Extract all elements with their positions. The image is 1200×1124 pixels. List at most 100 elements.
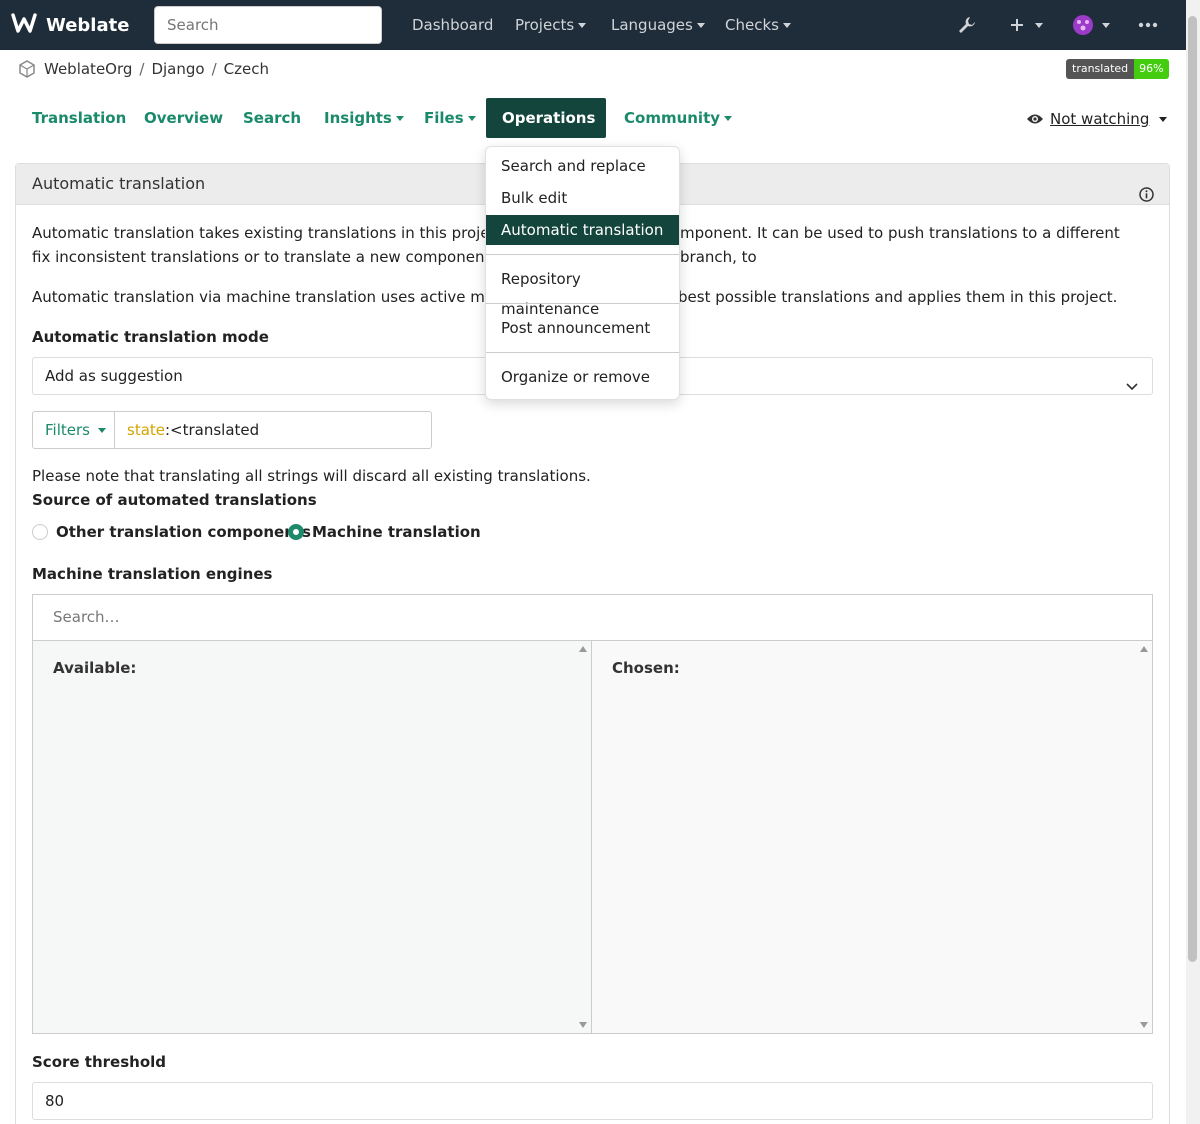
available-label: Available:: [53, 659, 137, 677]
caret-down-icon: [724, 116, 733, 121]
description-paragraph-1-end: mponent. It can be used to push translat…: [680, 224, 1120, 266]
add-menu[interactable]: [1009, 12, 1043, 38]
more-icon[interactable]: [1138, 12, 1158, 38]
scroll-up-icon[interactable]: [1140, 646, 1148, 652]
caret-down-icon: [782, 23, 791, 28]
radio-other-label: Other translation components: [56, 523, 311, 541]
description-paragraph-2: Automatic translation via machine transl…: [32, 288, 552, 306]
caret-down-icon: [578, 23, 587, 28]
brand[interactable]: Weblate: [10, 11, 129, 39]
weblate-logo-icon: [10, 9, 38, 41]
tab-operations[interactable]: Operations: [486, 98, 606, 161]
scrollbar-thumb[interactable]: [1188, 16, 1197, 962]
engines-multiselect: Search… Available: Chosen:: [32, 594, 1153, 1034]
scroll-down-icon[interactable]: [1140, 1022, 1148, 1028]
wrench-icon[interactable]: [956, 12, 978, 38]
filters-button[interactable]: Filters: [32, 411, 115, 449]
tab-files[interactable]: Files: [424, 98, 476, 138]
breadcrumb: WeblateOrg / Django / Czech: [17, 58, 269, 80]
menu-item-search-replace[interactable]: Search and replace: [486, 151, 679, 181]
menu-divider: [486, 254, 679, 255]
chosen-list[interactable]: Chosen:: [592, 641, 1152, 1033]
description-paragraph-1: Automatic translation takes existing tra…: [32, 224, 551, 242]
chevron-down-icon: [1126, 369, 1138, 405]
translated-badge[interactable]: translated 96%: [1066, 59, 1169, 79]
filter-value: :<translated: [165, 421, 260, 439]
tab-label: Community: [624, 109, 721, 127]
user-menu[interactable]: [1072, 12, 1110, 38]
tab-translation[interactable]: Translation: [32, 98, 126, 138]
filters-button-label: Filters: [45, 421, 90, 439]
filter-keyword: state: [127, 421, 165, 439]
info-icon[interactable]: [1139, 177, 1154, 217]
nav-projects[interactable]: Projects: [515, 0, 587, 50]
filter-query-input[interactable]: state:<translated: [114, 411, 432, 449]
menu-divider: [486, 303, 679, 304]
mode-select-value: Add as suggestion: [45, 367, 183, 385]
available-list[interactable]: Available:: [33, 641, 592, 1033]
source-label: Source of automated translations: [32, 491, 317, 509]
caret-down-icon: [97, 428, 106, 433]
operations-dropdown-menu: Search and replace Bulk edit Automatic t…: [485, 146, 680, 400]
nav-languages[interactable]: Languages: [611, 0, 705, 50]
scroll-up-icon[interactable]: [579, 646, 587, 652]
menu-item-post-announcement[interactable]: Post announcement: [486, 313, 679, 343]
breadcrumb-separator: /: [139, 60, 145, 78]
tab-label: Translation: [32, 109, 127, 127]
top-navbar: Weblate Dashboard Projects Languages Che…: [0, 0, 1200, 50]
caret-down-icon: [696, 23, 705, 28]
menu-item-organize-remove[interactable]: Organize or remove: [486, 362, 679, 392]
chosen-label: Chosen:: [612, 659, 680, 677]
scroll-down-icon[interactable]: [579, 1022, 587, 1028]
menu-divider: [486, 352, 679, 353]
nav-checks[interactable]: Checks: [725, 0, 791, 50]
badge-value: 96%: [1134, 59, 1169, 79]
tab-label: Search: [243, 109, 302, 127]
breadcrumb-separator: /: [211, 60, 217, 78]
warning-note: Please note that translating all strings…: [32, 467, 591, 485]
radio-other-components[interactable]: Other translation components: [32, 523, 311, 541]
tab-community[interactable]: Community: [624, 98, 733, 138]
tab-label: Insights: [324, 109, 392, 127]
engines-label: Machine translation engines: [32, 565, 273, 583]
tab-search[interactable]: Search: [243, 98, 301, 138]
caret-down-icon: [467, 116, 476, 121]
eye-icon: [1027, 114, 1043, 124]
menu-item-repository-maintenance[interactable]: Repository maintenance: [486, 264, 679, 318]
project-icon: [19, 60, 35, 78]
mode-label: Automatic translation mode: [32, 328, 269, 346]
panel-title: Automatic translation: [32, 174, 206, 193]
score-threshold-input[interactable]: 80: [32, 1082, 1153, 1120]
caret-down-icon: [395, 116, 404, 121]
nav-projects-label: Projects: [515, 16, 575, 34]
tab-insights[interactable]: Insights: [324, 98, 404, 138]
caret-down-icon: [1035, 22, 1043, 28]
engines-search-input[interactable]: Search…: [33, 595, 1152, 641]
avatar: [1073, 15, 1093, 35]
watch-menu[interactable]: Not watching: [1026, 108, 1168, 130]
breadcrumb-language[interactable]: Czech: [224, 60, 269, 78]
nav-checks-label: Checks: [725, 16, 779, 34]
search-input[interactable]: [154, 6, 382, 44]
nav-languages-label: Languages: [611, 16, 693, 34]
tab-label: Files: [424, 109, 464, 127]
tab-label: Operations: [502, 109, 596, 127]
page-scrollbar[interactable]: [1186, 0, 1200, 1124]
score-threshold-label: Score threshold: [32, 1053, 167, 1071]
radio-machine-translation[interactable]: Machine translation: [288, 523, 481, 541]
badge-label: translated: [1066, 59, 1135, 79]
radio-mt-label: Machine translation: [312, 523, 481, 541]
description-paragraph-2-end: best possible translations and applies t…: [678, 288, 1118, 306]
nav-dashboard[interactable]: Dashboard: [412, 0, 493, 50]
menu-item-bulk-edit[interactable]: Bulk edit: [486, 183, 679, 213]
description-paragraph-1-line2: fix inconsistent translations or to tran…: [32, 248, 547, 266]
tab-overview[interactable]: Overview: [144, 98, 223, 138]
radio-circle: [32, 524, 48, 540]
tab-label: Overview: [144, 109, 224, 127]
watch-label: Not watching: [1050, 110, 1150, 128]
breadcrumb-org[interactable]: WeblateOrg: [44, 60, 132, 78]
menu-item-automatic-translation[interactable]: Automatic translation: [486, 215, 679, 245]
radio-circle: [288, 524, 304, 540]
breadcrumb-project[interactable]: Django: [151, 60, 204, 78]
caret-down-icon: [1159, 116, 1168, 122]
